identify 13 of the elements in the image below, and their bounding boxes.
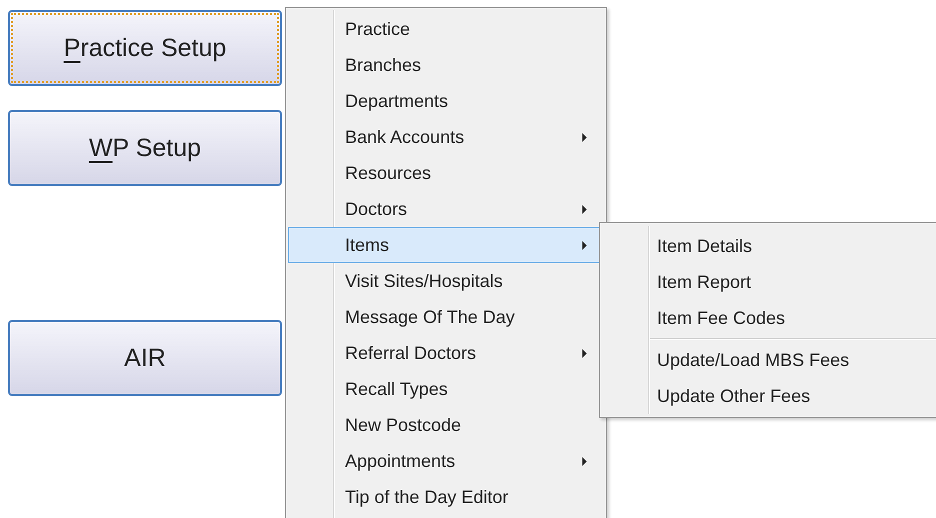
setup-button[interactable]: Practice Setup bbox=[8, 10, 282, 86]
menu-item[interactable]: Branches bbox=[288, 47, 604, 83]
menu-item[interactable]: Item Report bbox=[600, 264, 936, 300]
menu-item[interactable]: Resources bbox=[288, 155, 604, 191]
menu-item[interactable]: Doctors bbox=[288, 191, 604, 227]
menu-item[interactable]: Item Fee Codes bbox=[600, 300, 936, 336]
menu-item[interactable]: Tip of the Day Editor bbox=[288, 479, 604, 515]
setup-button[interactable]: WP Setup bbox=[8, 110, 282, 186]
menu-item[interactable]: Departments bbox=[288, 83, 604, 119]
setup-button[interactable]: AIR bbox=[8, 320, 282, 396]
menu-item[interactable]: Practice bbox=[288, 11, 604, 47]
menu-item[interactable]: Appointments bbox=[288, 443, 604, 479]
menu-item[interactable]: Bank Accounts bbox=[288, 119, 604, 155]
